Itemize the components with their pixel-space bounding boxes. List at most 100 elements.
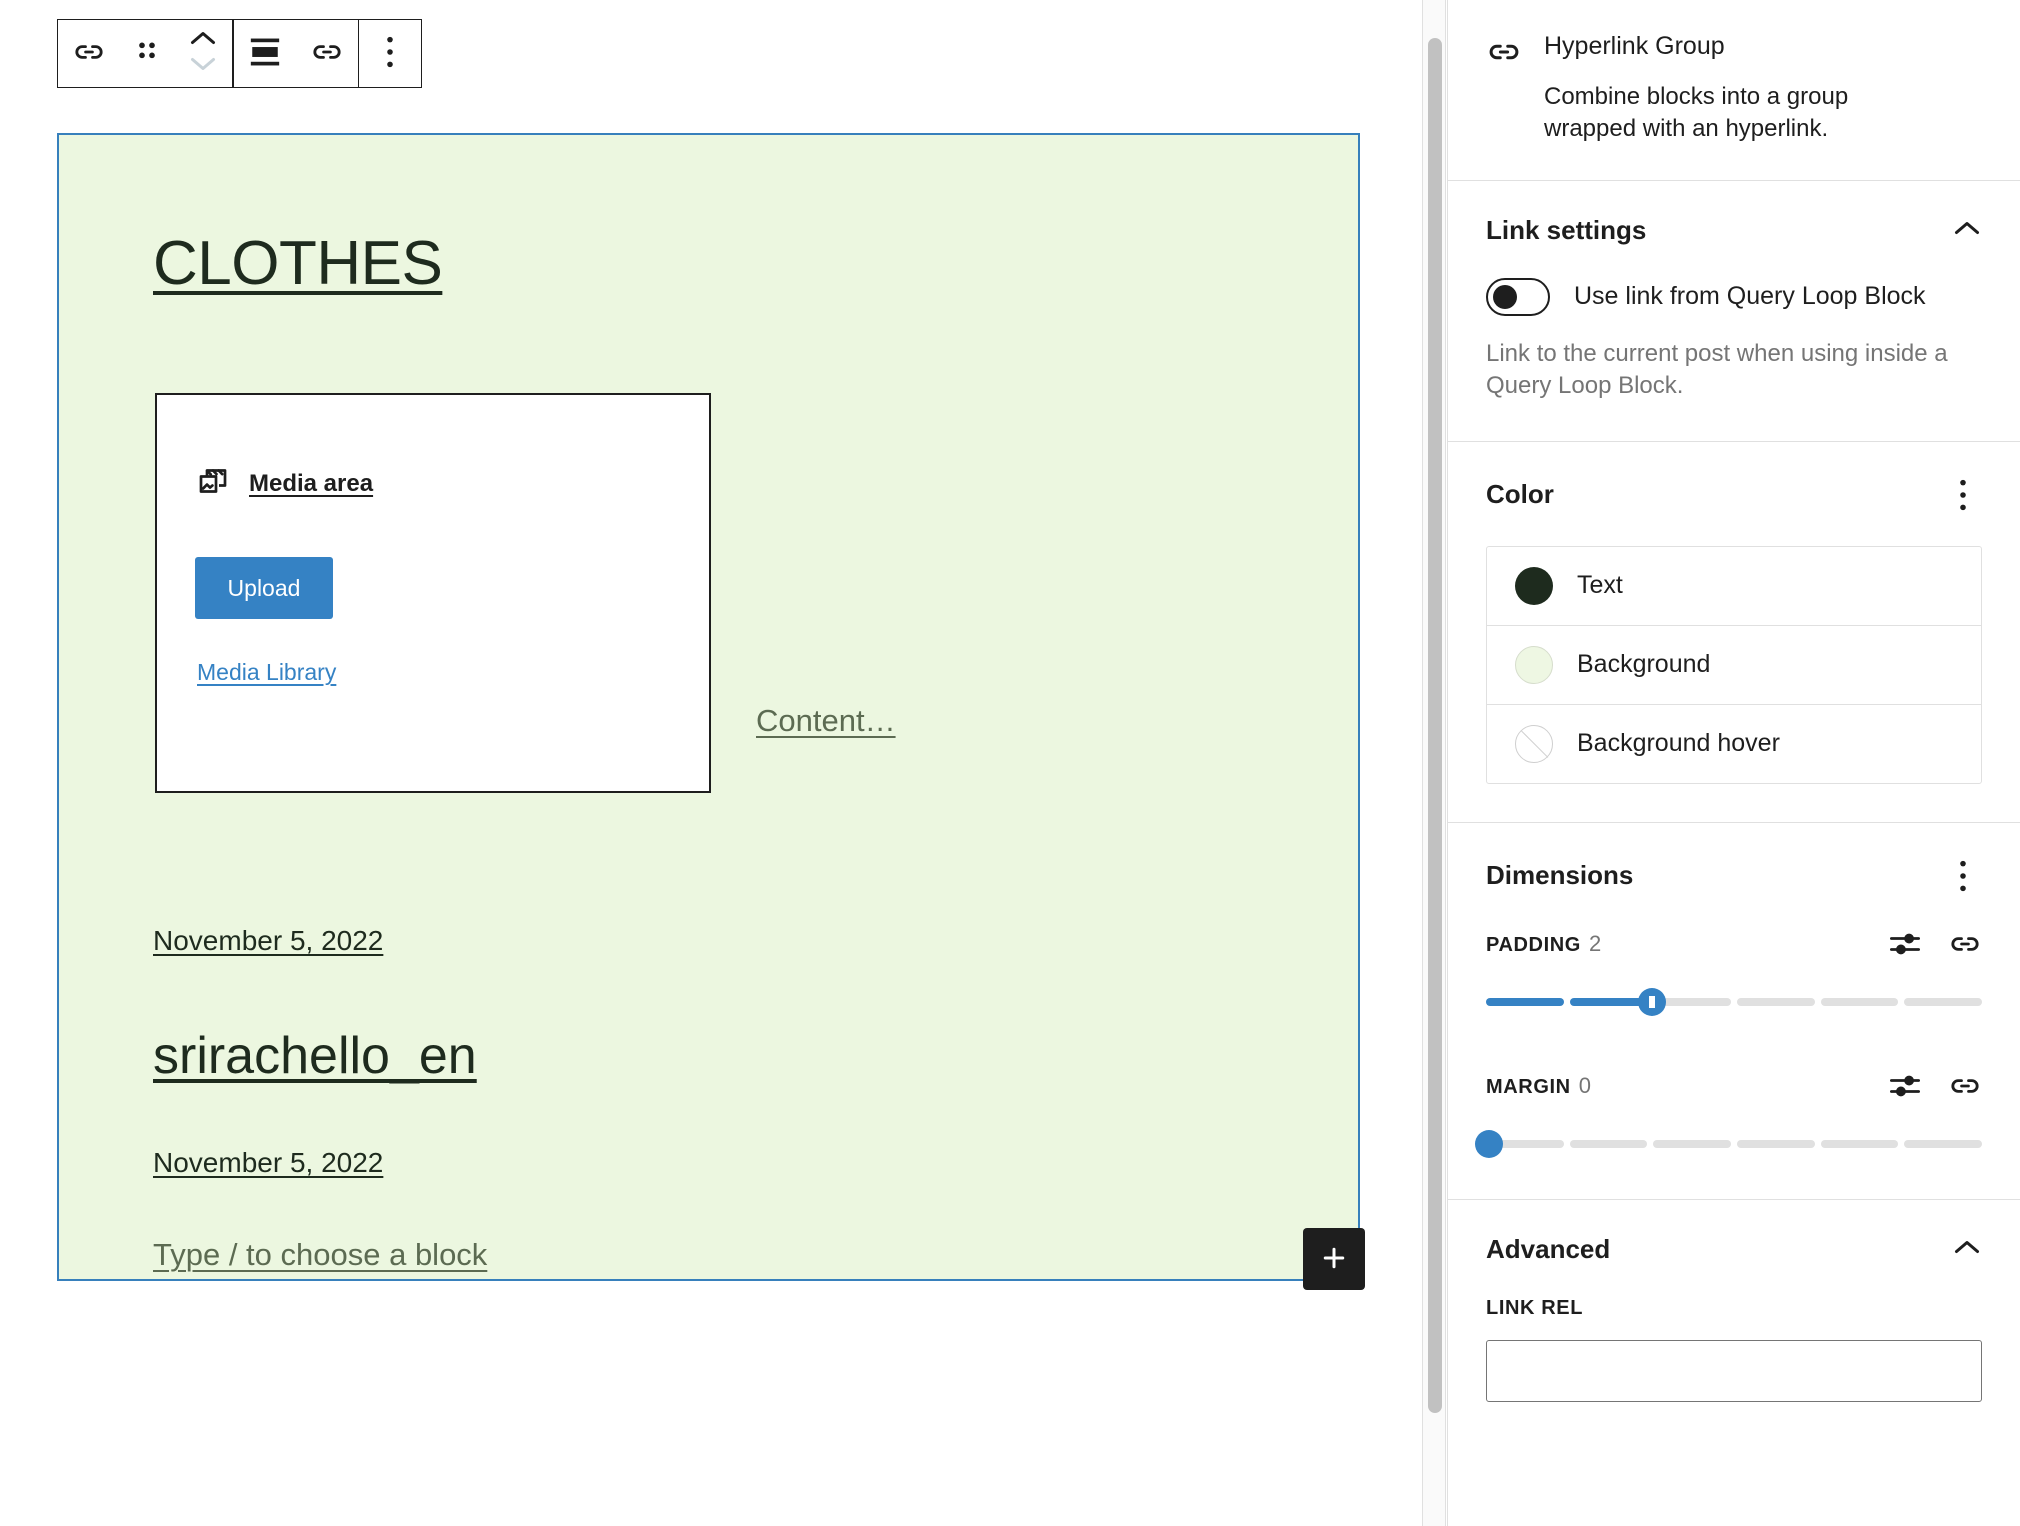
drag-handle-icon <box>134 37 160 70</box>
hyperlink-group-block[interactable]: CLOTHES Media area Upload Media Library … <box>57 133 1360 1281</box>
padding-seg-4[interactable] <box>1737 997 1815 1006</box>
chevron-up-icon[interactable] <box>1952 219 1982 242</box>
panel-color-title: Color <box>1486 479 1554 510</box>
post-date-second[interactable]: November 5, 2022 <box>153 1147 383 1179</box>
use-query-loop-link-help: Link to the current post when using insi… <box>1486 339 1948 400</box>
drag-handle[interactable] <box>120 20 174 87</box>
panel-link-settings-body: Use link from Query Loop Block Link to t… <box>1448 277 2020 441</box>
color-row-text[interactable]: Text <box>1487 547 1981 626</box>
margin-label-wrap: Margin 0 <box>1486 1073 1591 1099</box>
margin-seg-6[interactable] <box>1904 1139 1983 1148</box>
move-up-down[interactable] <box>174 20 232 87</box>
post-date-first[interactable]: November 5, 2022 <box>153 925 383 957</box>
block-insert-placeholder[interactable]: Type / to choose a block <box>153 1237 487 1273</box>
padding-control-header: Padding 2 <box>1486 927 1982 961</box>
margin-seg-4[interactable] <box>1737 1139 1815 1148</box>
panel-advanced-title: Advanced <box>1486 1233 1611 1264</box>
chevron-down-icon[interactable] <box>188 55 218 78</box>
align-button[interactable] <box>234 20 296 87</box>
padding-seg-5[interactable] <box>1820 997 1899 1006</box>
block-card-text: Hyperlink Group Combine blocks into a gr… <box>1544 30 1894 146</box>
content-placeholder[interactable]: Content… <box>756 703 896 739</box>
padding-label-wrap: Padding 2 <box>1486 931 1601 957</box>
panel-advanced: Advanced Link rel <box>1448 1200 2020 1440</box>
margin-slider[interactable] <box>1474 1129 1983 1158</box>
block-card-description: Combine blocks into a group wrapped with… <box>1544 83 1849 143</box>
block-card-inner: Hyperlink Group Combine blocks into a gr… <box>1448 0 2020 180</box>
plus-icon <box>1319 1243 1349 1276</box>
padding-label: Padding <box>1486 933 1581 956</box>
link-rel-input[interactable] <box>1486 1339 1982 1402</box>
margin-control-header: Margin 0 <box>1486 1069 1982 1103</box>
media-placeholder-header: Media area <box>195 463 373 504</box>
link-block-icon <box>72 35 106 72</box>
link-icon <box>310 35 344 72</box>
more-vertical-icon[interactable] <box>1944 476 1982 514</box>
color-label-text: Text <box>1577 571 1623 600</box>
link-icon[interactable] <box>1948 1069 1982 1103</box>
use-query-loop-link-label: Use link from Query Loop Block <box>1574 282 1926 311</box>
block-type-link-icon-button[interactable] <box>58 20 120 87</box>
options-button[interactable] <box>359 20 421 87</box>
link-icon[interactable] <box>1948 927 1982 961</box>
more-vertical-icon <box>385 35 395 72</box>
use-query-loop-link-toggle[interactable] <box>1486 277 1550 316</box>
padding-seg-2[interactable] <box>1569 997 1648 1006</box>
toolbar-group-primary <box>58 20 232 87</box>
margin-value: 0 <box>1578 1072 1591 1098</box>
panel-advanced-body: Link rel <box>1448 1297 2020 1440</box>
editor-canvas: CLOTHES Media area Upload Media Library … <box>0 0 1422 1526</box>
sliders-icon[interactable] <box>1888 929 1922 959</box>
margin-seg-5[interactable] <box>1820 1139 1899 1148</box>
chevron-up-icon[interactable] <box>188 29 218 52</box>
upload-button[interactable]: Upload <box>195 557 333 619</box>
margin-seg-3[interactable] <box>1653 1139 1732 1148</box>
panel-dimensions-title: Dimensions <box>1486 860 1634 891</box>
panel-dimensions-body: Padding 2 <box>1448 927 2020 1199</box>
more-vertical-icon[interactable] <box>1944 857 1982 895</box>
panel-color-body: Text Background Background hover <box>1448 545 2020 822</box>
color-row-background[interactable]: Background <box>1487 626 1981 705</box>
padding-slider[interactable] <box>1486 987 1983 1016</box>
panel-link-settings-title: Link settings <box>1486 214 1647 245</box>
padding-seg-6[interactable] <box>1904 997 1983 1006</box>
toggle-knob <box>1493 284 1517 309</box>
editor-scrollbar-thumb[interactable] <box>1428 38 1442 1413</box>
block-card-title: Hyperlink Group <box>1544 32 1725 60</box>
block-card: Hyperlink Group Combine blocks into a gr… <box>1448 0 2020 181</box>
chevron-up-icon[interactable] <box>1952 1238 1982 1261</box>
padding-seg-1[interactable] <box>1486 997 1564 1006</box>
media-library-link[interactable]: Media Library <box>197 659 336 686</box>
page-title[interactable]: CLOTHES <box>153 233 443 295</box>
thumb-notch <box>1649 995 1656 1008</box>
link-button[interactable] <box>296 20 358 87</box>
padding-icons <box>1888 927 1982 961</box>
sliders-icon[interactable] <box>1888 1071 1922 1101</box>
media-area-label: Media area <box>249 469 374 497</box>
block-editor-screen: CLOTHES Media area Upload Media Library … <box>0 0 2020 1526</box>
margin-label: Margin <box>1486 1075 1571 1098</box>
panel-dimensions: Dimensions Padding 2 <box>1448 823 2020 1200</box>
color-label-background-hover: Background hover <box>1577 729 1780 758</box>
color-row-background-hover[interactable]: Background hover <box>1487 705 1981 783</box>
margin-slider-thumb[interactable] <box>1474 1129 1503 1158</box>
post-title-link[interactable]: srirachello_en <box>153 1030 477 1082</box>
block-toolbar <box>57 19 423 88</box>
margin-icons <box>1888 1069 1982 1103</box>
media-gallery-icon <box>195 463 231 504</box>
margin-seg-2[interactable] <box>1569 1139 1648 1148</box>
link-block-icon <box>1486 30 1522 146</box>
block-appender-button[interactable] <box>1303 1228 1365 1290</box>
color-label-background: Background <box>1577 650 1711 679</box>
text-color-swatch <box>1515 566 1553 605</box>
media-placeholder[interactable]: Media area Upload Media Library <box>155 393 711 793</box>
panel-advanced-header[interactable]: Advanced <box>1448 1200 2020 1297</box>
editor-scrollbar-track[interactable] <box>1422 0 1446 1526</box>
padding-slider-thumb[interactable] <box>1638 987 1667 1016</box>
panel-link-settings-header[interactable]: Link settings <box>1448 181 2020 278</box>
panel-color-header: Color <box>1448 442 2020 546</box>
background-color-swatch <box>1515 645 1553 684</box>
background-hover-color-swatch <box>1515 724 1553 763</box>
toolbar-group-format <box>234 20 358 87</box>
panel-color: Color Text Background Background hover <box>1448 442 2020 823</box>
